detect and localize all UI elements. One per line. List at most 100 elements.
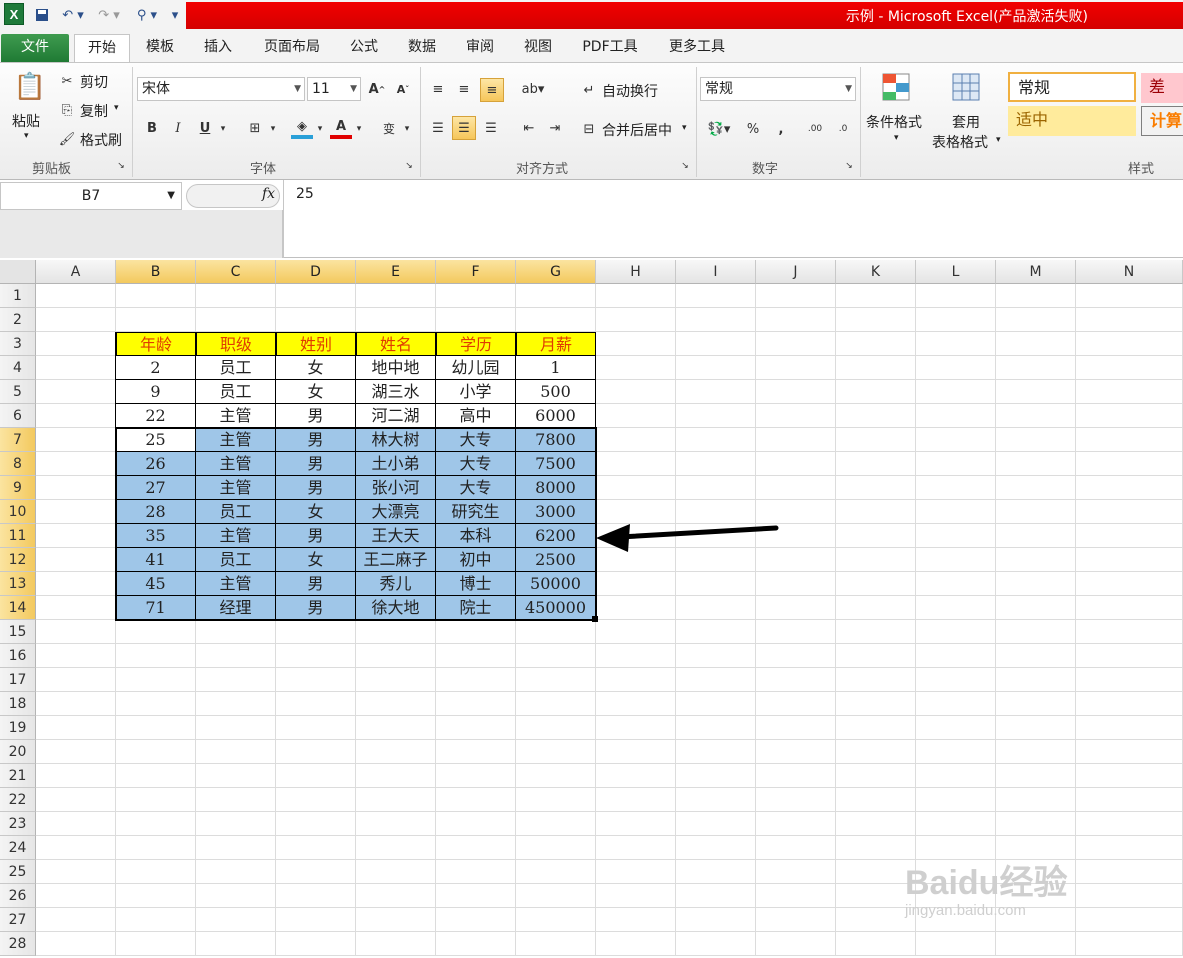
column-header-c[interactable]: C bbox=[196, 260, 276, 284]
cell-c2[interactable] bbox=[196, 308, 276, 332]
cell-h27[interactable] bbox=[596, 908, 676, 932]
cell-h15[interactable] bbox=[596, 620, 676, 644]
cell-c15[interactable] bbox=[196, 620, 276, 644]
cell-d26[interactable] bbox=[276, 884, 356, 908]
cell-e19[interactable] bbox=[356, 716, 436, 740]
cell-j1[interactable] bbox=[756, 284, 836, 308]
cell-j5[interactable] bbox=[756, 380, 836, 404]
cell-h13[interactable] bbox=[596, 572, 676, 596]
cell-c22[interactable] bbox=[196, 788, 276, 812]
cell-l15[interactable] bbox=[916, 620, 996, 644]
table-format-icon[interactable] bbox=[950, 71, 982, 103]
row-header-18[interactable]: 18 bbox=[0, 692, 36, 716]
cell-m18[interactable] bbox=[996, 692, 1076, 716]
cell-k23[interactable] bbox=[836, 812, 916, 836]
cell-h24[interactable] bbox=[596, 836, 676, 860]
cell-a19[interactable] bbox=[36, 716, 116, 740]
cell-d6[interactable]: 男 bbox=[276, 404, 356, 428]
cell-i22[interactable] bbox=[676, 788, 756, 812]
customize-qat-icon[interactable]: ▾ bbox=[168, 4, 182, 26]
cell-f20[interactable] bbox=[436, 740, 516, 764]
cell-a22[interactable] bbox=[36, 788, 116, 812]
row-header-24[interactable]: 24 bbox=[0, 836, 36, 860]
cell-i28[interactable] bbox=[676, 932, 756, 956]
cell-k9[interactable] bbox=[836, 476, 916, 500]
cell-f26[interactable] bbox=[436, 884, 516, 908]
cell-d19[interactable] bbox=[276, 716, 356, 740]
cell-b11[interactable]: 35 bbox=[116, 524, 196, 548]
cell-i24[interactable] bbox=[676, 836, 756, 860]
cell-d27[interactable] bbox=[276, 908, 356, 932]
cell-g4[interactable]: 1 bbox=[516, 356, 596, 380]
cell-b23[interactable] bbox=[116, 812, 196, 836]
row-header-16[interactable]: 16 bbox=[0, 644, 36, 668]
tab-data[interactable]: 数据 bbox=[400, 34, 444, 62]
row-header-10[interactable]: 10 bbox=[0, 500, 36, 524]
cell-h3[interactable] bbox=[596, 332, 676, 356]
cell-n5[interactable] bbox=[1076, 380, 1183, 404]
clipboard-launcher-icon[interactable]: ↘ bbox=[114, 159, 128, 173]
copy-button[interactable]: 复制 bbox=[80, 101, 108, 121]
cell-c20[interactable] bbox=[196, 740, 276, 764]
cell-f5[interactable]: 小学 bbox=[436, 380, 516, 404]
align-left-icon[interactable]: ☰ bbox=[427, 117, 449, 139]
cell-k25[interactable] bbox=[836, 860, 916, 884]
row-header-26[interactable]: 26 bbox=[0, 884, 36, 908]
cell-f15[interactable] bbox=[436, 620, 516, 644]
cell-i5[interactable] bbox=[676, 380, 756, 404]
row-header-6[interactable]: 6 bbox=[0, 404, 36, 428]
cell-a21[interactable] bbox=[36, 764, 116, 788]
cell-b17[interactable] bbox=[116, 668, 196, 692]
column-header-a[interactable]: A bbox=[36, 260, 116, 284]
cell-d23[interactable] bbox=[276, 812, 356, 836]
cell-f7[interactable]: 大专 bbox=[436, 428, 516, 452]
cell-f22[interactable] bbox=[436, 788, 516, 812]
tab-view[interactable]: 视图 bbox=[516, 34, 560, 62]
cell-g21[interactable] bbox=[516, 764, 596, 788]
cell-c25[interactable] bbox=[196, 860, 276, 884]
cell-k20[interactable] bbox=[836, 740, 916, 764]
cell-c28[interactable] bbox=[196, 932, 276, 956]
bold-icon[interactable]: B bbox=[141, 117, 163, 139]
cell-d7[interactable]: 男 bbox=[276, 428, 356, 452]
paste-button[interactable]: 粘贴 bbox=[12, 111, 40, 131]
cell-k12[interactable] bbox=[836, 548, 916, 572]
cell-f2[interactable] bbox=[436, 308, 516, 332]
cell-l22[interactable] bbox=[916, 788, 996, 812]
row-header-21[interactable]: 21 bbox=[0, 764, 36, 788]
cell-a16[interactable] bbox=[36, 644, 116, 668]
table-format-dropdown-icon[interactable]: ▾ bbox=[996, 135, 1001, 145]
cell-m11[interactable] bbox=[996, 524, 1076, 548]
cell-d14[interactable]: 男 bbox=[276, 596, 356, 620]
cell-n1[interactable] bbox=[1076, 284, 1183, 308]
cell-c12[interactable]: 员工 bbox=[196, 548, 276, 572]
cell-m20[interactable] bbox=[996, 740, 1076, 764]
cell-j3[interactable] bbox=[756, 332, 836, 356]
merge-center-icon[interactable]: ⊟ bbox=[578, 118, 600, 140]
tab-template[interactable]: 模板 bbox=[138, 34, 182, 62]
cell-j9[interactable] bbox=[756, 476, 836, 500]
cell-g12[interactable]: 2500 bbox=[516, 548, 596, 572]
cell-h8[interactable] bbox=[596, 452, 676, 476]
cell-f1[interactable] bbox=[436, 284, 516, 308]
row-header-12[interactable]: 12 bbox=[0, 548, 36, 572]
cell-m4[interactable] bbox=[996, 356, 1076, 380]
currency-icon[interactable]: 💱▾ bbox=[704, 118, 734, 140]
cell-g25[interactable] bbox=[516, 860, 596, 884]
cell-m17[interactable] bbox=[996, 668, 1076, 692]
cell-a14[interactable] bbox=[36, 596, 116, 620]
cell-m21[interactable] bbox=[996, 764, 1076, 788]
cell-j25[interactable] bbox=[756, 860, 836, 884]
cell-c9[interactable]: 主管 bbox=[196, 476, 276, 500]
cell-a18[interactable] bbox=[36, 692, 116, 716]
cell-n4[interactable] bbox=[1076, 356, 1183, 380]
row-header-14[interactable]: 14 bbox=[0, 596, 36, 620]
cell-j19[interactable] bbox=[756, 716, 836, 740]
row-header-7[interactable]: 7 bbox=[0, 428, 36, 452]
row-header-13[interactable]: 13 bbox=[0, 572, 36, 596]
cell-g19[interactable] bbox=[516, 716, 596, 740]
column-header-j[interactable]: J bbox=[756, 260, 836, 284]
cell-j16[interactable] bbox=[756, 644, 836, 668]
cell-l2[interactable] bbox=[916, 308, 996, 332]
cell-d28[interactable] bbox=[276, 932, 356, 956]
